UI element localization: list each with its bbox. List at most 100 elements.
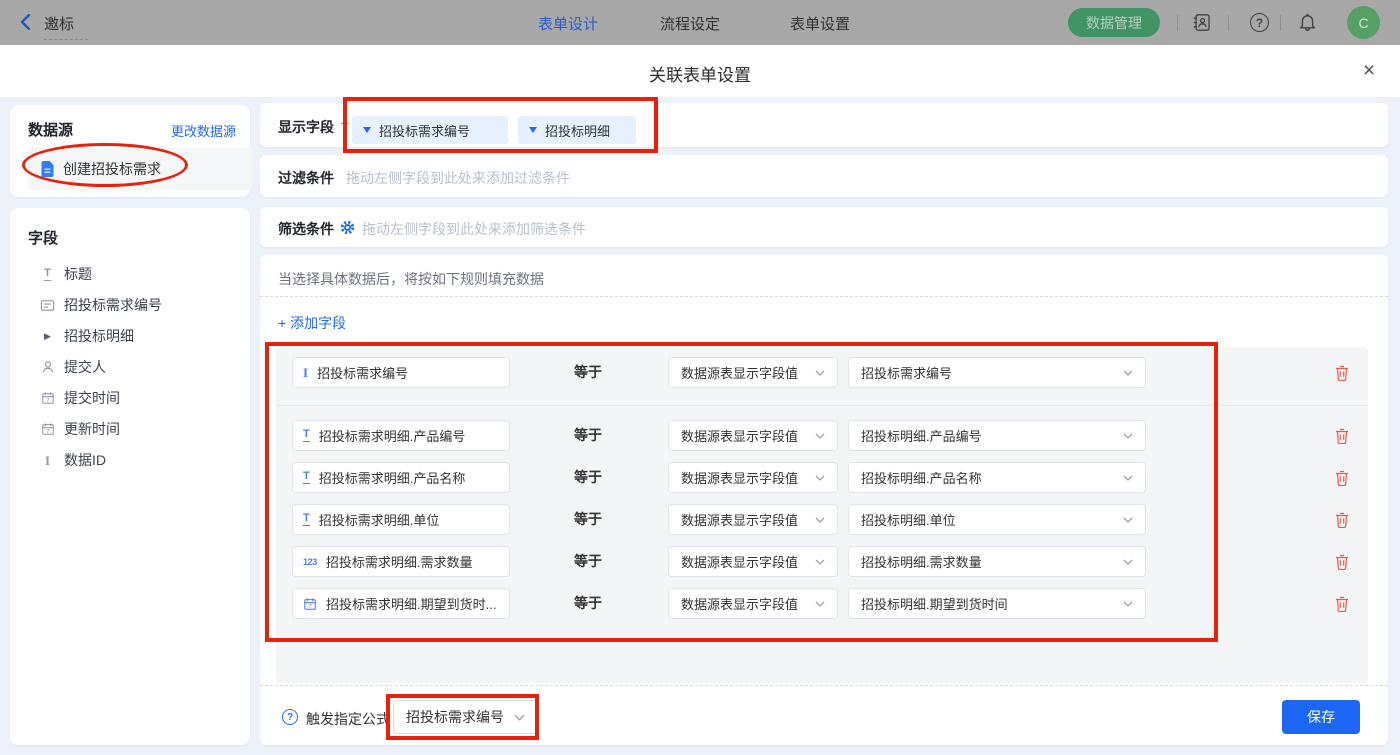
add-display-field-button[interactable]: +: [340, 114, 350, 134]
field-item-detail[interactable]: ▶ 招投标明细: [28, 321, 252, 351]
field-item-submit-time[interactable]: 7 提交时间: [28, 383, 252, 413]
display-field-tag[interactable]: 招投标明细: [518, 116, 636, 144]
datasource-title: 数据源: [28, 119, 73, 140]
rule-field-box[interactable]: I 招投标需求编号: [292, 357, 510, 388]
chevron-down-icon: [815, 475, 825, 481]
back-button[interactable]: [20, 14, 31, 30]
display-fields-row: 显示字段 + 招投标需求编号 招投标明细: [260, 103, 1388, 147]
target-select[interactable]: 招投标明细.产品编号: [848, 420, 1146, 451]
rule-field-box[interactable]: T 招投标需求明细.产品编号: [292, 420, 510, 451]
source-select[interactable]: 数据源表显示字段值: [668, 357, 838, 388]
tab-form-design[interactable]: 表单设计: [538, 13, 598, 34]
save-button[interactable]: 保存: [1282, 700, 1360, 734]
datasource-item[interactable]: 创建招投标需求: [28, 148, 252, 190]
filter-condition-row[interactable]: 过滤条件 拖动左侧字段到此处来添加过滤条件: [260, 155, 1388, 197]
help-circle-icon[interactable]: ?: [282, 709, 298, 725]
operator-label: 等于: [574, 546, 602, 577]
data-manage-button[interactable]: 数据管理: [1068, 8, 1160, 37]
field-item-serial[interactable]: 招投标需求编号: [28, 290, 252, 320]
svg-text:7: 7: [308, 603, 311, 609]
operator-label: 等于: [574, 357, 602, 388]
source-select[interactable]: 数据源表显示字段值: [668, 462, 838, 493]
rule-field-box[interactable]: T 招投标需求明细.单位: [292, 504, 510, 535]
delete-rule-button[interactable]: [1332, 546, 1352, 577]
trash-icon: [1335, 554, 1349, 570]
rule-field-box[interactable]: 7 招投标需求明细.期望到货时...: [292, 588, 510, 619]
svg-text:7: 7: [46, 398, 49, 404]
app-name[interactable]: 邀标: [44, 13, 74, 34]
tab-flow-setting[interactable]: 流程设定: [660, 13, 720, 34]
change-datasource-link[interactable]: 更改数据源: [171, 121, 236, 140]
field-item-update-time[interactable]: 7 更新时间: [28, 414, 252, 444]
rule-field-box[interactable]: 123 招投标需求明细.需求数量: [292, 546, 510, 577]
contacts-book-icon[interactable]: [1192, 13, 1211, 37]
back-chevron-icon: [20, 14, 31, 30]
divider: [276, 405, 1368, 406]
person-icon: [40, 360, 55, 374]
trash-icon: [1335, 470, 1349, 486]
rules-hint: 当选择具体数据后，将按如下规则填充数据: [278, 269, 544, 289]
nav-separator: [1280, 15, 1281, 31]
trigger-formula-select[interactable]: 招投标需求编号: [393, 700, 538, 734]
chevron-down-icon: [1123, 601, 1133, 607]
trash-icon: [1335, 596, 1349, 612]
id-text-icon: I: [303, 366, 308, 379]
trash-icon: [1335, 428, 1349, 444]
trigger-formula-label: 触发指定公式: [306, 709, 390, 729]
fields-title: 字段: [28, 227, 58, 248]
source-select[interactable]: 数据源表显示字段值: [668, 420, 838, 451]
avatar[interactable]: C: [1347, 6, 1380, 39]
number-icon: 123: [303, 557, 317, 567]
filter-condition-placeholder: 拖动左侧字段到此处来添加过滤条件: [346, 168, 570, 188]
add-field-link[interactable]: + 添加字段: [278, 313, 346, 333]
target-select[interactable]: 招投标明细.产品名称: [848, 462, 1146, 493]
operator-label: 等于: [574, 462, 602, 493]
display-field-tag[interactable]: 招投标需求编号: [352, 116, 508, 144]
id-icon: I: [40, 454, 55, 467]
nav-separator: [1177, 15, 1178, 31]
operator-label: 等于: [574, 504, 602, 535]
delete-rule-button[interactable]: [1332, 357, 1352, 388]
tab-form-setting[interactable]: 表单设置: [790, 13, 850, 34]
delete-rule-button[interactable]: [1332, 504, 1352, 535]
delete-rule-button[interactable]: [1332, 462, 1352, 493]
datasource-card: 数据源 更改数据源 创建招投标需求: [10, 105, 250, 197]
help-icon[interactable]: ?: [1250, 13, 1269, 32]
trash-icon: [1335, 512, 1349, 528]
chevron-down-icon: [1123, 370, 1133, 376]
chevron-down-icon: [815, 601, 825, 607]
field-item-data-id[interactable]: I 数据ID: [28, 445, 252, 475]
chevron-down-icon: [815, 559, 825, 565]
source-select[interactable]: 数据源表显示字段值: [668, 546, 838, 577]
source-select[interactable]: 数据源表显示字段值: [668, 588, 838, 619]
chevron-down-icon: [1123, 433, 1133, 439]
display-fields-label: 显示字段: [278, 117, 334, 137]
delete-rule-button[interactable]: [1332, 420, 1352, 451]
filter-condition-label: 过滤条件: [278, 168, 334, 188]
chevron-down-icon: [1123, 559, 1133, 565]
chevron-down-icon: [1123, 517, 1133, 523]
document-icon: [40, 161, 55, 177]
source-select[interactable]: 数据源表显示字段值: [668, 504, 838, 535]
target-select[interactable]: 招投标需求编号: [848, 357, 1146, 388]
target-select[interactable]: 招投标明细.单位: [848, 504, 1146, 535]
svg-text:7: 7: [46, 429, 49, 435]
fields-card: 字段 T 标题 招投标需求编号 ▶ 招投标明细 提交人 7 提交时间 7 更新时…: [10, 208, 250, 745]
screen-condition-label: 筛选条件: [278, 219, 334, 239]
expand-triangle-icon[interactable]: ▶: [40, 331, 55, 342]
screen-condition-row[interactable]: 筛选条件 拖动左侧字段到此处来添加筛选条件: [260, 207, 1388, 247]
delete-rule-button[interactable]: [1332, 588, 1352, 619]
field-item-title[interactable]: T 标题: [28, 259, 252, 289]
text-icon: T: [303, 429, 310, 442]
nav-separator: [1228, 15, 1229, 31]
field-item-submitter[interactable]: 提交人: [28, 352, 252, 382]
target-select[interactable]: 招投标明细.需求数量: [848, 546, 1146, 577]
chevron-down-icon: [1123, 475, 1133, 481]
gear-icon[interactable]: [340, 220, 355, 240]
rule-field-box[interactable]: T 招投标需求明细.产品名称: [292, 462, 510, 493]
notification-bell-icon[interactable]: [1299, 13, 1316, 36]
close-icon[interactable]: ×: [1355, 57, 1383, 85]
target-select[interactable]: 招投标明细.期望到货时间: [848, 588, 1146, 619]
trash-icon: [1335, 365, 1349, 381]
operator-label: 等于: [574, 420, 602, 451]
